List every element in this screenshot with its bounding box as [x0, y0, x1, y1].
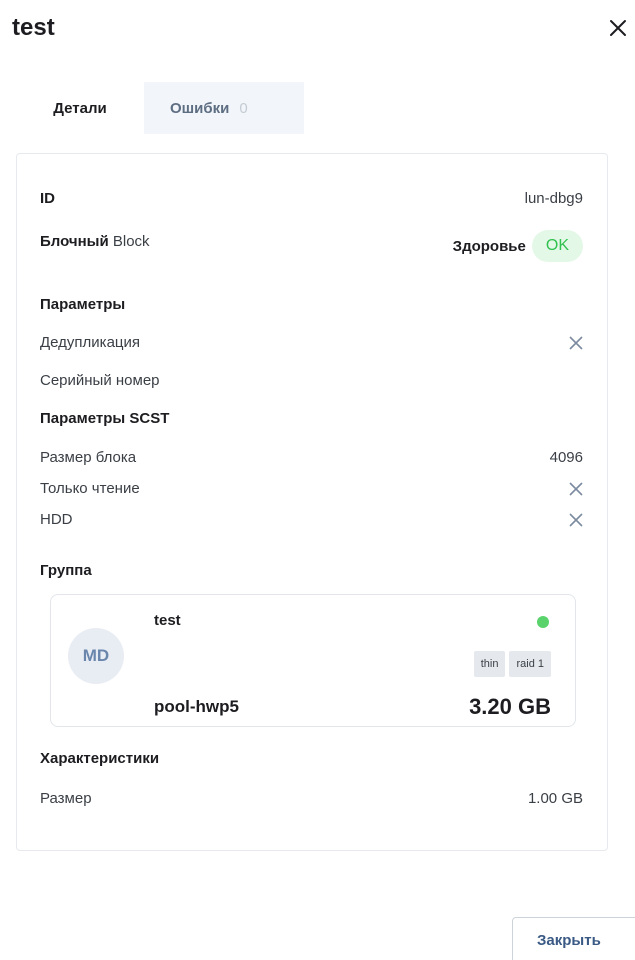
- type-value: Block: [108, 233, 150, 250]
- health-indicator: Здоровье OK: [453, 230, 583, 262]
- tab-errors-count: 0: [239, 99, 248, 117]
- x-mark-icon: [569, 336, 583, 350]
- hdd-row: HDD: [40, 511, 583, 528]
- id-row: ID lun-dbg9: [40, 190, 583, 207]
- params-heading: Параметры: [40, 296, 126, 313]
- id-label: ID: [40, 190, 55, 207]
- details-card: ID lun-dbg9 Блочный Block Здоровье OK Па…: [16, 153, 608, 851]
- scst-heading: Параметры SCST: [40, 410, 170, 427]
- pool-status-dot: [537, 616, 549, 628]
- tab-errors[interactable]: Ошибки 0: [144, 82, 304, 134]
- pool-name: test: [154, 612, 181, 629]
- pool-id: pool-hwp5: [154, 697, 239, 716]
- tab-bar: Детали Ошибки 0: [16, 82, 304, 134]
- pool-tags: thin raid 1: [473, 651, 551, 677]
- size-value: 1.00 GB: [527, 790, 583, 807]
- dedup-row: Дедупликация: [40, 334, 583, 351]
- hdd-label: HDD: [40, 511, 73, 528]
- readonly-label: Только чтение: [40, 480, 140, 497]
- x-mark-icon: [569, 513, 583, 527]
- readonly-row: Только чтение: [40, 480, 583, 497]
- avatar: MD: [68, 628, 124, 684]
- serial-label: Серийный номер: [40, 372, 160, 389]
- modal-title: test: [12, 14, 55, 41]
- health-label: Здоровье: [452, 237, 526, 255]
- chars-heading: Характеристики: [40, 750, 160, 767]
- tab-details-label: Детали: [53, 99, 107, 117]
- tag-thin: thin: [473, 651, 506, 677]
- status-badge: OK: [531, 230, 583, 262]
- id-value: lun-dbg9: [524, 190, 583, 207]
- close-icon[interactable]: [606, 16, 630, 40]
- x-mark-icon: [569, 482, 583, 496]
- size-label: Размер: [40, 790, 92, 807]
- tab-errors-label: Ошибки: [170, 99, 230, 117]
- type-bold-label: Блочный: [40, 233, 109, 250]
- group-heading: Группа: [40, 562, 92, 579]
- pool-card[interactable]: MD test thin raid 1 pool-hwp5 3.20 GB: [50, 594, 576, 727]
- close-button[interactable]: Закрыть: [512, 917, 635, 960]
- block-size-value: 4096: [549, 449, 583, 466]
- lun-details-modal: test Детали Ошибки 0 ID lun-dbg9 Блочный…: [0, 0, 635, 960]
- dedup-label: Дедупликация: [40, 334, 141, 351]
- block-size-label: Размер блока: [40, 449, 137, 466]
- size-row: Размер 1.00 GB: [40, 790, 583, 807]
- tag-raid: raid 1: [509, 651, 551, 677]
- pool-size: 3.20 GB: [469, 694, 551, 719]
- tab-details[interactable]: Детали: [16, 82, 144, 134]
- block-size-row: Размер блока 4096: [40, 449, 583, 466]
